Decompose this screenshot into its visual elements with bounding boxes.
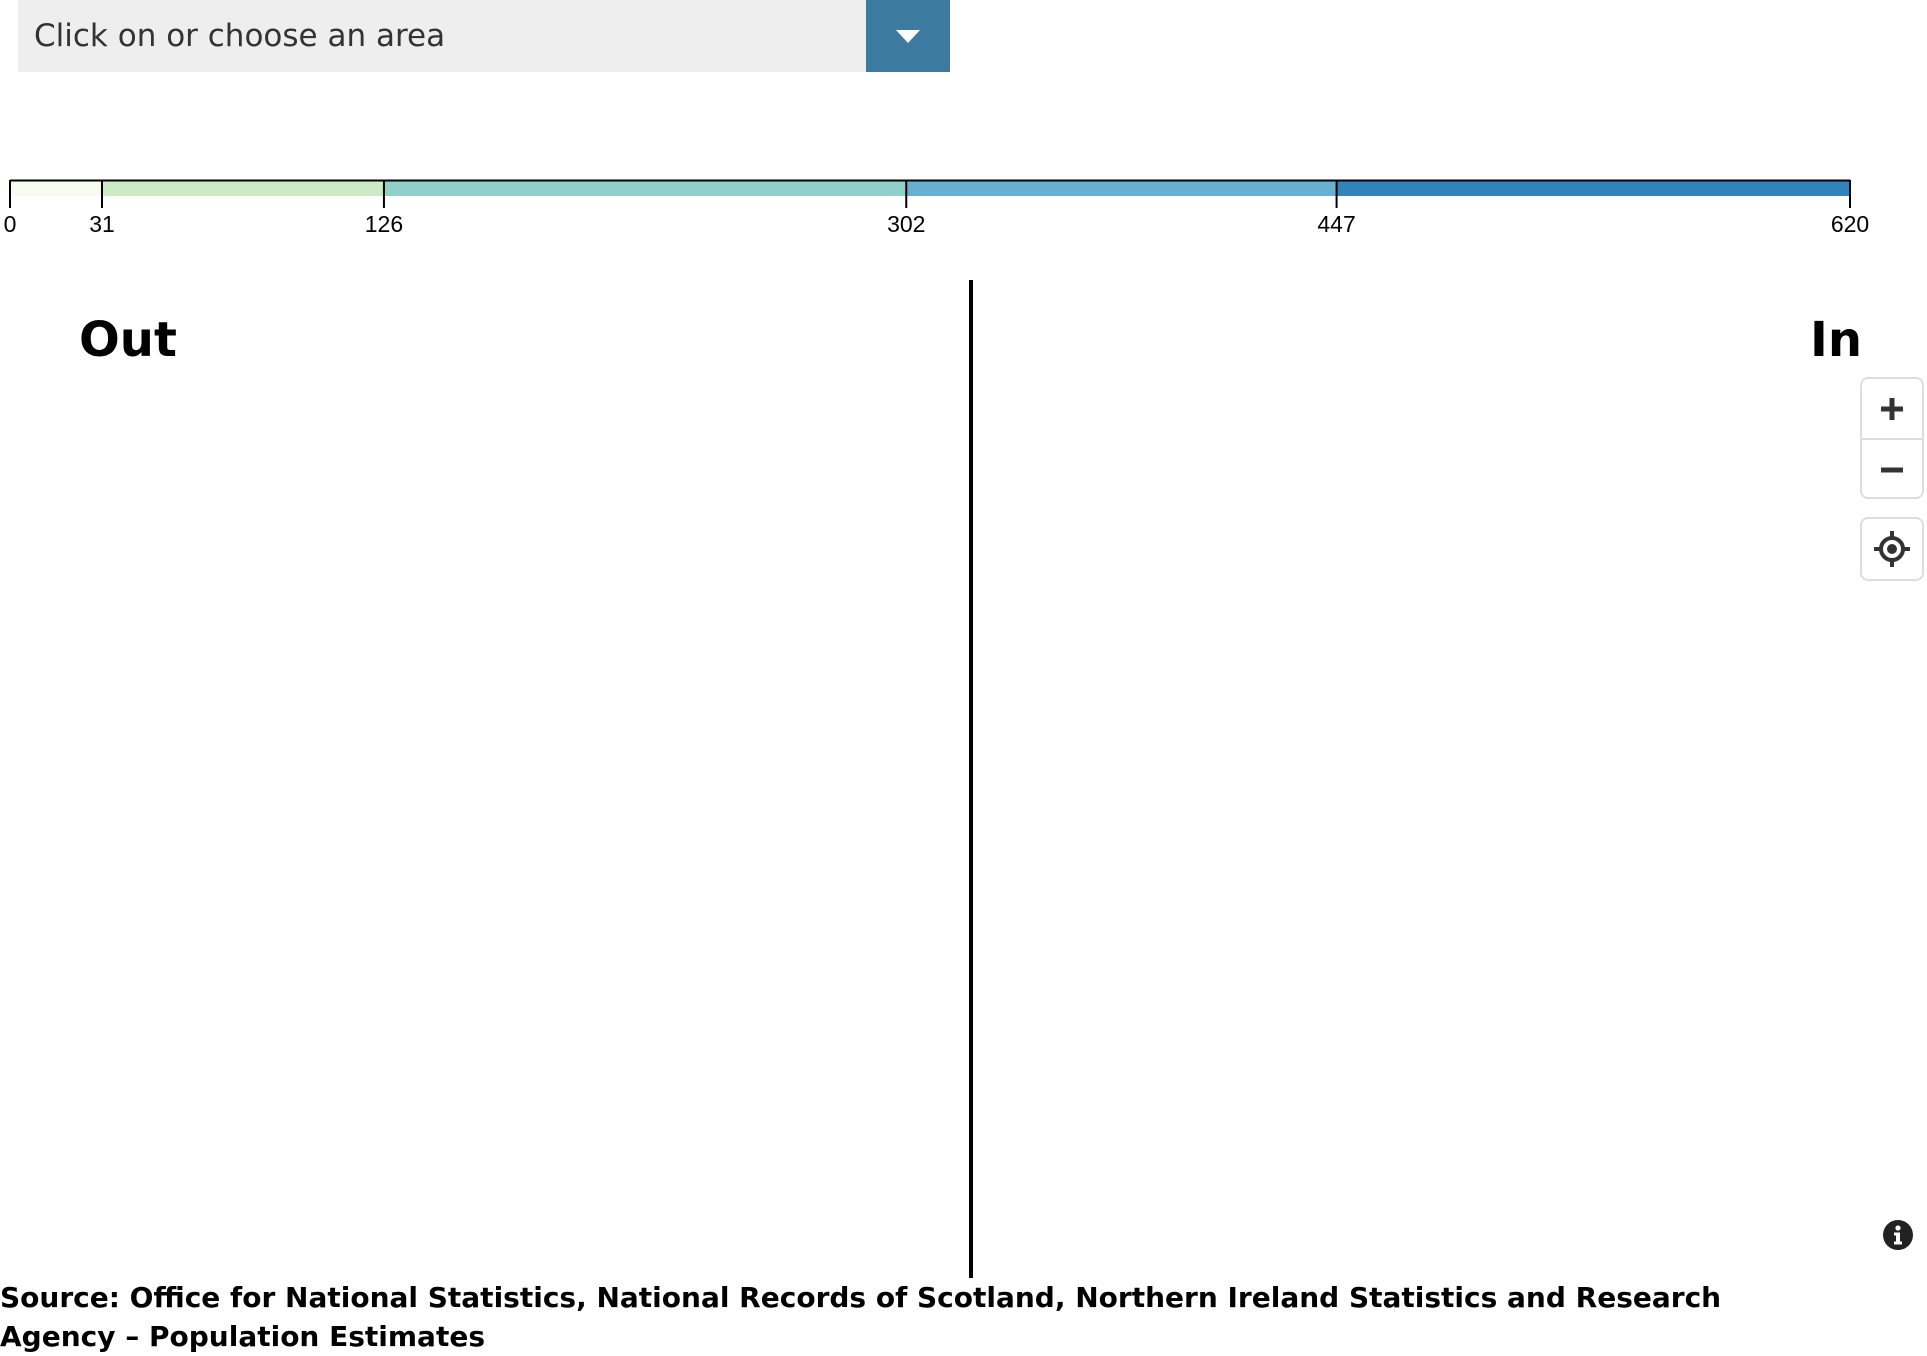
zoom-in-button[interactable] xyxy=(1862,379,1922,438)
legend-tick-label: 302 xyxy=(887,211,925,237)
legend-band xyxy=(383,181,907,196)
locate-button[interactable] xyxy=(1860,517,1924,581)
area-select-toggle-button[interactable] xyxy=(866,0,950,72)
info-icon xyxy=(1883,1220,1913,1250)
legend-tick-label: 31 xyxy=(89,211,115,237)
legend-tick-label: 620 xyxy=(1831,211,1869,237)
legend-tick-label: 447 xyxy=(1317,211,1355,237)
legend-band xyxy=(102,181,384,196)
crosshair-icon xyxy=(1874,531,1910,567)
area-select-field[interactable]: Click on or choose an area xyxy=(18,0,866,72)
plus-icon xyxy=(1881,397,1903,420)
area-select[interactable]: Click on or choose an area xyxy=(18,0,950,72)
source-note: Source: Office for National Statistics, … xyxy=(0,1281,1722,1353)
zoom-controls xyxy=(1860,377,1924,499)
out-pane-title: Out xyxy=(79,312,177,368)
legend-scale: 0 31 126 302 447 620 xyxy=(0,170,1927,250)
in-pane-title: In xyxy=(1809,312,1862,368)
info-button[interactable] xyxy=(1882,1219,1914,1251)
legend-band xyxy=(1336,181,1850,196)
legend-band xyxy=(906,181,1337,196)
legend-tick-label: 126 xyxy=(365,211,403,237)
area-select-placeholder: Click on or choose an area xyxy=(34,18,446,54)
caret-down-icon xyxy=(896,29,920,43)
pane-divider xyxy=(969,280,973,1278)
zoom-out-button[interactable] xyxy=(1862,438,1922,497)
minus-icon xyxy=(1881,467,1903,472)
legend-band xyxy=(10,181,102,196)
legend-svg: 0 31 126 302 447 620 xyxy=(4,179,1869,237)
legend-tick-label: 0 xyxy=(4,211,17,237)
